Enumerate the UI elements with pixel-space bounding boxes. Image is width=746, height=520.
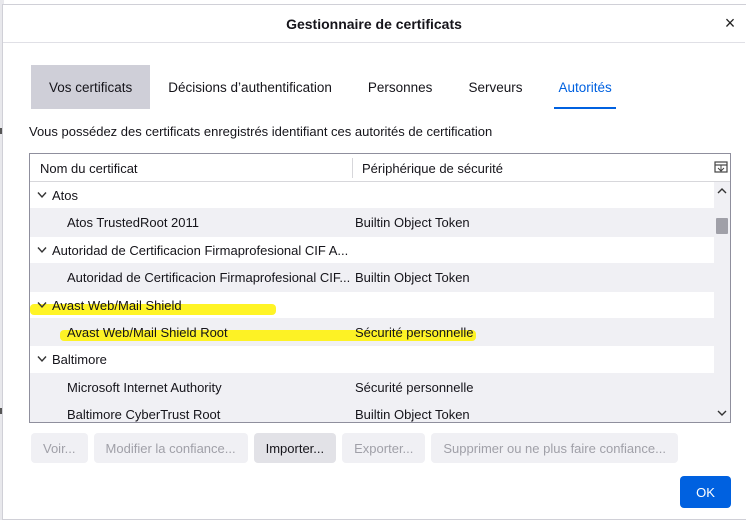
chevron-down-icon[interactable]: [37, 355, 47, 363]
certificate-name: Atos: [52, 188, 79, 203]
tab-authentication-decisions[interactable]: Décisions d’authentification: [150, 65, 350, 109]
certificate-name: Baltimore: [52, 352, 107, 368]
tree-header: Nom du certificat Périphérique de sécuri…: [30, 154, 730, 182]
tree-child-row[interactable]: Autoridad de Certificacion Firmaprofesio…: [30, 264, 714, 292]
edit-trust-button[interactable]: Modifier la confiance...: [93, 433, 248, 463]
certificate-name: Baltimore CyberTrust Root: [67, 407, 221, 423]
tab-your-certificates[interactable]: Vos certificats: [31, 65, 151, 109]
certificate-name: Avast Web/Mail Shield Root: [67, 324, 228, 340]
tree-rows: Atos Atos TrustedRoot 2011 Builtin Objec…: [30, 182, 714, 423]
tree-group-row[interactable]: Autoridad de Certificacion Firmaprofesio…: [30, 237, 714, 265]
tab-bar: Vos certificats Décisions d’authentifica…: [31, 65, 630, 109]
chevron-down-icon[interactable]: [37, 191, 47, 199]
tab-servers[interactable]: Serveurs: [450, 65, 540, 109]
certificate-name: Autoridad de Certificacion Firmaprofesio…: [52, 242, 349, 258]
tree-child-row[interactable]: Microsoft Internet Authority Sécurité pe…: [30, 373, 714, 402]
vertical-scrollbar[interactable]: [714, 182, 730, 422]
certificate-name: Avast Web/Mail Shield: [52, 297, 182, 313]
tab-people[interactable]: Personnes: [350, 65, 451, 109]
authorities-description: Vous possédez des certificats enregistré…: [29, 124, 493, 139]
tree-child-row[interactable]: Baltimore CyberTrust Root Builtin Object…: [30, 401, 714, 423]
certificate-tree[interactable]: Nom du certificat Périphérique de sécuri…: [29, 153, 731, 423]
scroll-down-icon[interactable]: [716, 408, 728, 418]
view-button[interactable]: Voir...: [31, 433, 88, 463]
import-button[interactable]: Importer...: [253, 433, 337, 463]
tree-group-row[interactable]: Baltimore: [30, 346, 714, 374]
dialog-title: Gestionnaire de certificats: [286, 16, 462, 32]
chevron-down-icon[interactable]: [37, 301, 47, 309]
delete-distrust-button[interactable]: Supprimer ou ne plus faire confiance...: [431, 433, 678, 463]
security-device: Sécurité personnelle: [355, 324, 474, 340]
tree-child-row[interactable]: Avast Web/Mail Shield Root Sécurité pers…: [30, 318, 714, 347]
security-device: Builtin Object Token: [355, 215, 470, 231]
chevron-down-icon[interactable]: [37, 246, 47, 254]
column-separator[interactable]: [352, 158, 353, 178]
scrollbar-thumb[interactable]: [716, 218, 728, 234]
certificate-name: Atos TrustedRoot 2011: [67, 215, 200, 231]
certificate-name: Microsoft Internet Authority: [67, 379, 222, 395]
tree-group-row[interactable]: Avast Web/Mail Shield: [30, 292, 714, 319]
tree-child-row[interactable]: Atos TrustedRoot 2011 Builtin Object Tok…: [30, 209, 714, 237]
tab-authorities[interactable]: Autorités: [540, 65, 629, 109]
tree-group-row[interactable]: Atos: [30, 182, 714, 210]
security-device: Builtin Object Token: [355, 270, 470, 286]
scroll-up-icon[interactable]: [716, 186, 728, 196]
security-device: Sécurité personnelle: [355, 379, 474, 395]
certificate-actions: Voir... Modifier la confiance... Importe…: [31, 433, 678, 463]
certificate-name: Autoridad de Certificacion Firmaprofesio…: [67, 270, 350, 286]
certificate-manager-dialog: Gestionnaire de certificats × Vos certif…: [2, 4, 746, 520]
column-header-security-device[interactable]: Périphérique de sécurité: [362, 161, 503, 176]
export-button[interactable]: Exporter...: [342, 433, 426, 463]
close-icon[interactable]: ×: [721, 14, 739, 32]
column-header-certificate-name[interactable]: Nom du certificat: [40, 161, 138, 176]
ok-button[interactable]: OK: [680, 476, 731, 508]
security-device: Builtin Object Token: [355, 407, 470, 423]
column-picker-icon[interactable]: [714, 160, 728, 174]
dialog-titlebar: Gestionnaire de certificats ×: [3, 5, 745, 43]
